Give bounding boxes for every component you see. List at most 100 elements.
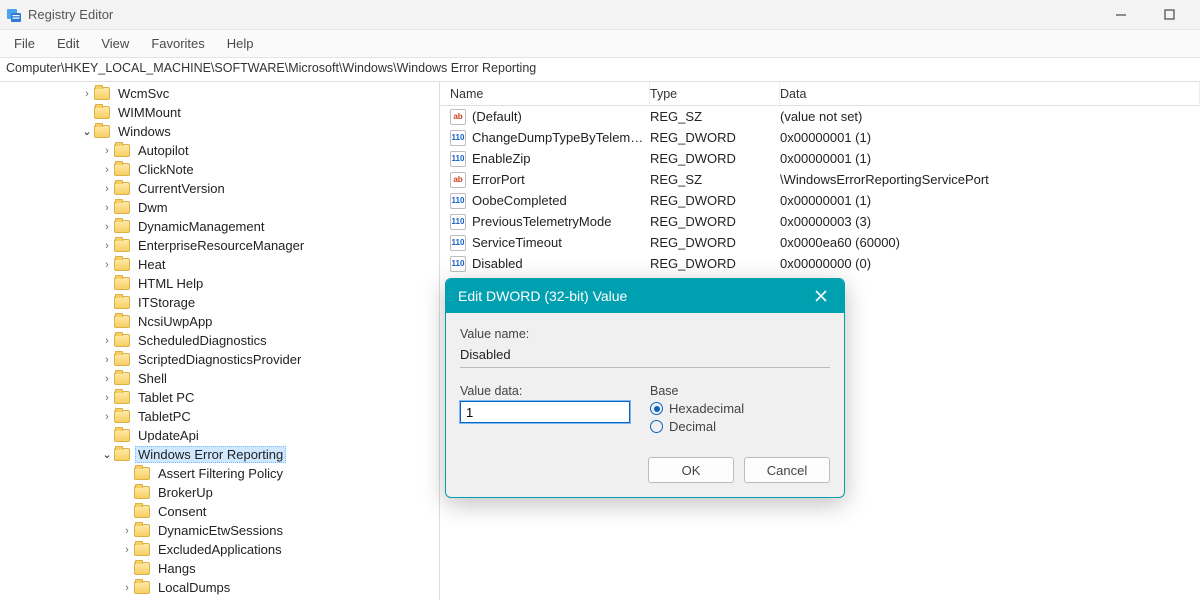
- value-row[interactable]: 110OobeCompletedREG_DWORD0x00000001 (1): [440, 190, 1200, 211]
- header-type[interactable]: Type: [650, 82, 780, 105]
- value-type: REG_DWORD: [650, 256, 780, 271]
- chevron-right-icon[interactable]: ›: [100, 335, 114, 347]
- chevron-right-icon[interactable]: ›: [100, 240, 114, 252]
- chevron-right-icon[interactable]: ›: [120, 525, 134, 537]
- header-data[interactable]: Data: [780, 82, 1200, 105]
- tree-item[interactable]: › WcmSvc: [0, 84, 439, 103]
- folder-icon: [114, 296, 130, 309]
- tree-item[interactable]: ›DynamicManagement: [0, 217, 439, 236]
- tree-item[interactable]: WIMMount: [0, 103, 439, 122]
- value-name-field: [460, 344, 830, 368]
- title-bar: Registry Editor: [0, 0, 1200, 30]
- tree-item-label: ClickNote: [135, 161, 197, 178]
- dword-value-icon: 110: [450, 151, 466, 167]
- chevron-right-icon[interactable]: ›: [120, 582, 134, 594]
- value-row[interactable]: 110DisabledREG_DWORD0x00000000 (0): [440, 253, 1200, 274]
- tree-item[interactable]: ›ScheduledDiagnostics: [0, 331, 439, 350]
- value-row[interactable]: ab(Default)REG_SZ(value not set): [440, 106, 1200, 127]
- tree-item[interactable]: ›Shell: [0, 369, 439, 388]
- tree-item[interactable]: ›LocalDumps: [0, 578, 439, 597]
- value-data: 0x00000003 (3): [780, 214, 1200, 229]
- chevron-right-icon[interactable]: ›: [100, 259, 114, 271]
- minimize-button[interactable]: [1106, 3, 1136, 27]
- tree-pane[interactable]: ›WcmSvcWIMMount⌄Windows›Autopilot›ClickN…: [0, 82, 440, 600]
- app-icon: [6, 7, 22, 23]
- value-data-label: Value data:: [460, 384, 630, 398]
- chevron-right-icon[interactable]: ›: [100, 202, 114, 214]
- folder-icon: [114, 410, 130, 423]
- folder-icon: [114, 182, 130, 195]
- tree-item-label: UpdateApi: [135, 427, 202, 444]
- value-data-input[interactable]: [460, 401, 630, 423]
- tree-item[interactable]: ›TabletPC: [0, 407, 439, 426]
- tree-item[interactable]: Consent: [0, 502, 439, 521]
- tree-item[interactable]: ›DynamicEtwSessions: [0, 521, 439, 540]
- tree-item[interactable]: ›CurrentVersion: [0, 179, 439, 198]
- tree-item-label: Consent: [155, 503, 209, 520]
- chevron-right-icon[interactable]: ›: [100, 164, 114, 176]
- tree-item[interactable]: ›ExcludedApplications: [0, 540, 439, 559]
- radio-decimal[interactable]: Decimal: [650, 419, 830, 434]
- chevron-right-icon[interactable]: ›: [100, 373, 114, 385]
- chevron-right-icon[interactable]: ›: [100, 145, 114, 157]
- value-row[interactable]: 110EnableZipREG_DWORD0x00000001 (1): [440, 148, 1200, 169]
- value-data: 0x00000001 (1): [780, 193, 1200, 208]
- tree-item[interactable]: › Heat: [0, 255, 439, 274]
- tree-item[interactable]: NcsiUwpApp: [0, 312, 439, 331]
- chevron-right-icon[interactable]: ›: [100, 411, 114, 423]
- tree-item[interactable]: ›ScriptedDiagnosticsProvider: [0, 350, 439, 369]
- value-type: REG_SZ: [650, 172, 780, 187]
- base-label: Base: [650, 384, 830, 398]
- string-value-icon: ab: [450, 109, 466, 125]
- dialog-close-button[interactable]: [810, 285, 832, 307]
- radio-hexadecimal[interactable]: Hexadecimal: [650, 401, 830, 416]
- value-row[interactable]: 110ServiceTimeoutREG_DWORD0x0000ea60 (60…: [440, 232, 1200, 253]
- chevron-right-icon[interactable]: ›: [100, 392, 114, 404]
- chevron-right-icon[interactable]: ›: [120, 544, 134, 556]
- tree-item-label: Heat: [135, 256, 168, 273]
- tree-item-label: WcmSvc: [115, 85, 172, 102]
- tree-item[interactable]: ›Dwm: [0, 198, 439, 217]
- value-row[interactable]: 110PreviousTelemetryModeREG_DWORD0x00000…: [440, 211, 1200, 232]
- menu-view[interactable]: View: [101, 36, 129, 51]
- chevron-down-icon[interactable]: ⌄: [100, 448, 114, 461]
- value-row[interactable]: abErrorPortREG_SZ\WindowsErrorReportingS…: [440, 169, 1200, 190]
- dialog-titlebar[interactable]: Edit DWORD (32-bit) Value: [446, 279, 844, 313]
- value-type: REG_DWORD: [650, 151, 780, 166]
- tree-item[interactable]: ›Autopilot: [0, 141, 439, 160]
- menu-edit[interactable]: Edit: [57, 36, 79, 51]
- tree-item[interactable]: BrokerUp: [0, 483, 439, 502]
- window-title: Registry Editor: [28, 7, 1106, 22]
- tree-item[interactable]: › ClickNote: [0, 160, 439, 179]
- maximize-button[interactable]: [1154, 3, 1184, 27]
- tree-item[interactable]: UpdateApi: [0, 426, 439, 445]
- folder-icon: [134, 543, 150, 556]
- chevron-right-icon[interactable]: ›: [100, 221, 114, 233]
- folder-icon: [134, 581, 150, 594]
- ok-button[interactable]: OK: [648, 457, 734, 483]
- chevron-right-icon[interactable]: ›: [100, 354, 114, 366]
- value-name: Disabled: [472, 256, 650, 271]
- tree-item[interactable]: ⌄Windows Error Reporting: [0, 445, 439, 464]
- tree-item[interactable]: Hangs: [0, 559, 439, 578]
- menu-favorites[interactable]: Favorites: [151, 36, 204, 51]
- header-name[interactable]: Name: [440, 82, 650, 105]
- menu-help[interactable]: Help: [227, 36, 254, 51]
- menu-file[interactable]: File: [14, 36, 35, 51]
- tree-item-label: Tablet PC: [135, 389, 197, 406]
- folder-icon: [114, 429, 130, 442]
- folder-icon: [114, 163, 130, 176]
- chevron-right-icon[interactable]: ›: [100, 183, 114, 195]
- tree-item[interactable]: Assert Filtering Policy: [0, 464, 439, 483]
- chevron-right-icon[interactable]: ›: [80, 88, 94, 100]
- tree-item[interactable]: › Tablet PC: [0, 388, 439, 407]
- tree-item[interactable]: ›EnterpriseResourceManager: [0, 236, 439, 255]
- chevron-down-icon[interactable]: ⌄: [80, 125, 94, 138]
- address-bar[interactable]: Computer\HKEY_LOCAL_MACHINE\SOFTWARE\Mic…: [0, 58, 1200, 82]
- tree-item[interactable]: ITStorage: [0, 293, 439, 312]
- cancel-button[interactable]: Cancel: [744, 457, 830, 483]
- tree-item[interactable]: ⌄Windows: [0, 122, 439, 141]
- tree-item[interactable]: HTML Help: [0, 274, 439, 293]
- tree-item-label: WIMMount: [115, 104, 184, 121]
- value-row[interactable]: 110ChangeDumpTypeByTelemetr...REG_DWORD0…: [440, 127, 1200, 148]
